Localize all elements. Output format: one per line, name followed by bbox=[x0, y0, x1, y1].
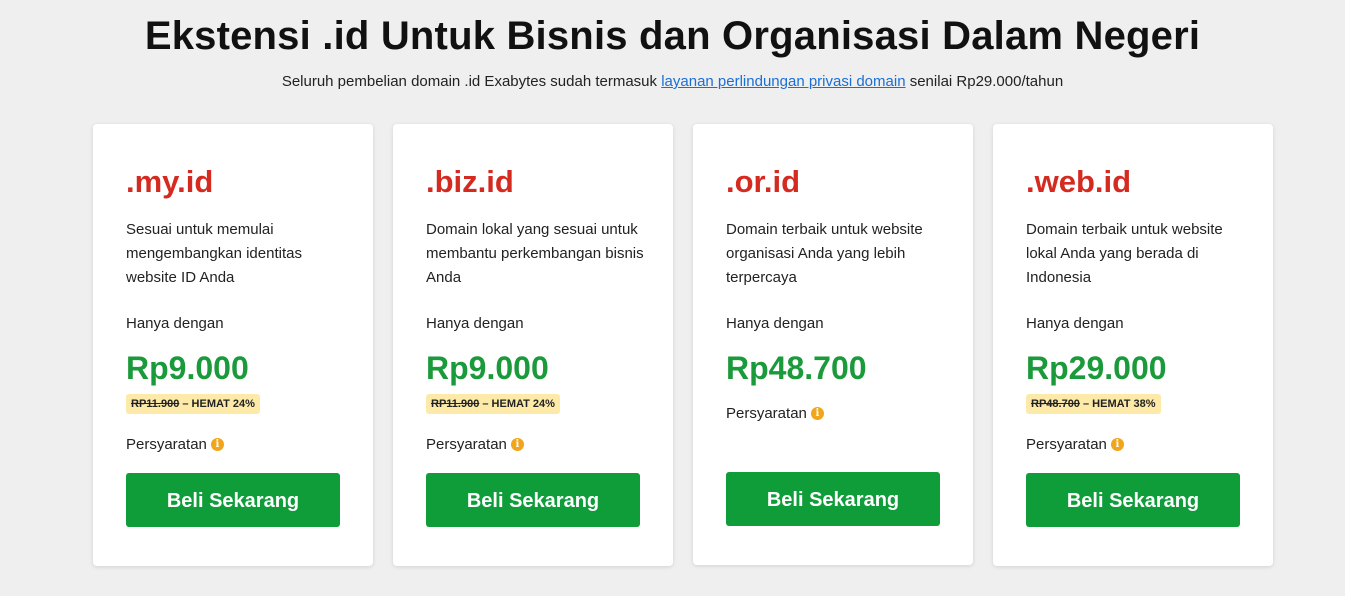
info-icon[interactable]: i bbox=[510, 438, 524, 451]
terms-link[interactable]: Persyaratan i bbox=[726, 405, 824, 422]
terms-label: Persyaratan bbox=[426, 436, 507, 453]
price: Rp9.000 bbox=[126, 350, 249, 386]
info-icon[interactable]: i bbox=[210, 438, 224, 451]
discount-badge: RP48.700 – HEMAT 38% bbox=[1026, 394, 1161, 414]
price: Rp9.000 bbox=[426, 350, 549, 386]
subtitle-price-text: senilai Rp29.000/tahun bbox=[905, 73, 1064, 90]
domain-card-or-id: .or.id Domain terbaik untuk website orga… bbox=[693, 124, 973, 565]
discount-badge: RP11.900 – HEMAT 24% bbox=[426, 394, 560, 414]
saving-text: – HEMAT 38% bbox=[1079, 398, 1156, 410]
price: Rp48.700 bbox=[726, 350, 867, 386]
terms-link[interactable]: Persyaratan i bbox=[1026, 436, 1124, 453]
buy-now-button[interactable]: Beli Sekarang bbox=[426, 473, 640, 527]
page-title: Ekstensi .id Untuk Bisnis dan Organisasi… bbox=[144, 14, 1201, 58]
terms-label: Persyaratan bbox=[126, 436, 207, 453]
terms-link[interactable]: Persyaratan i bbox=[126, 436, 224, 453]
price-prefix: Hanya dengan bbox=[426, 315, 524, 332]
old-price: RP11.900 bbox=[131, 398, 180, 410]
extension-name: .biz.id bbox=[426, 164, 514, 199]
info-icon[interactable]: i bbox=[1110, 438, 1124, 451]
page-subtitle: Seluruh pembelian domain .id Exabytes su… bbox=[0, 73, 1345, 90]
domain-card-biz-id: .biz.id Domain lokal yang sesuai untuk m… bbox=[393, 124, 673, 566]
extension-name: .web.id bbox=[1026, 164, 1132, 199]
old-price: RP11.900 bbox=[431, 398, 480, 410]
terms-label: Persyaratan bbox=[1026, 436, 1107, 453]
discount-badge: RP11.900 – HEMAT 24% bbox=[126, 394, 260, 414]
extension-description: Domain terbaik untuk website lokal Anda … bbox=[1026, 221, 1223, 286]
extension-description: Domain terbaik untuk website organisasi … bbox=[726, 221, 923, 286]
terms-link[interactable]: Persyaratan i bbox=[426, 436, 524, 453]
extension-name: .my.id bbox=[126, 164, 214, 199]
extension-name: .or.id bbox=[726, 164, 801, 199]
price-prefix: Hanya dengan bbox=[1026, 315, 1124, 332]
buy-now-button[interactable]: Beli Sekarang bbox=[726, 472, 940, 526]
extension-description: Sesuai untuk memulai mengembangkan ident… bbox=[126, 221, 302, 286]
buy-now-button[interactable]: Beli Sekarang bbox=[1026, 473, 1240, 527]
extension-description: Domain lokal yang sesuai untuk membantu … bbox=[426, 221, 644, 286]
price-prefix: Hanya dengan bbox=[126, 315, 224, 332]
domain-card-web-id: .web.id Domain terbaik untuk website lok… bbox=[993, 124, 1273, 566]
domain-card-my-id: .my.id Sesuai untuk memulai mengembangka… bbox=[93, 124, 373, 566]
saving-text: – HEMAT 24% bbox=[479, 398, 555, 410]
old-price: RP48.700 bbox=[1031, 398, 1080, 410]
saving-text: – HEMAT 24% bbox=[179, 398, 255, 410]
terms-label: Persyaratan bbox=[726, 405, 807, 422]
price-prefix: Hanya dengan bbox=[726, 315, 824, 332]
privacy-protection-link[interactable]: layanan perlindungan privasi domain bbox=[661, 73, 905, 90]
subtitle-text: Seluruh pembelian domain .id Exabytes su… bbox=[281, 73, 662, 90]
buy-now-button[interactable]: Beli Sekarang bbox=[126, 473, 340, 527]
price: Rp29.000 bbox=[1026, 350, 1167, 386]
info-icon[interactable]: i bbox=[810, 407, 824, 420]
